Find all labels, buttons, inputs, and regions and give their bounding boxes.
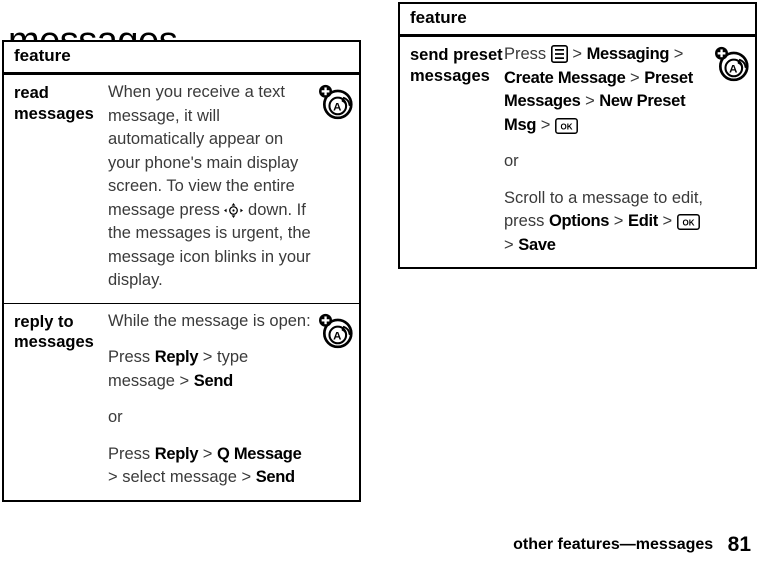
- text-message-icon: A: [714, 45, 752, 88]
- table-body: read messages When you receive a text mes…: [4, 75, 359, 500]
- menu-item-label: Save: [518, 235, 556, 254]
- description-paragraph: Press Reply > Q Message > select message…: [108, 444, 302, 487]
- path-separator: >: [198, 444, 218, 463]
- feature-description-cell: When you receive a text message, it will…: [108, 81, 315, 293]
- menu-item-label: Send: [193, 371, 233, 390]
- feature-table-right: feature send preset messages Press > Mess…: [398, 2, 757, 269]
- description-paragraph: While the message is open:: [108, 311, 311, 330]
- menu-item-label: Edit: [627, 212, 658, 230]
- table-body: send preset messages Press > Messaging > …: [400, 37, 755, 267]
- ok-key-icon: OK: [554, 117, 578, 134]
- feature-icon-cell: A: [315, 310, 359, 355]
- path-separator: >: [609, 212, 628, 230]
- feature-icon-cell: A: [711, 43, 755, 88]
- description-paragraph: Press > Messaging > Create Message > Pre…: [504, 45, 693, 134]
- svg-text:A: A: [333, 330, 341, 342]
- path-separator: >: [236, 468, 256, 486]
- path-separator: >: [536, 115, 555, 134]
- path-separator: >: [108, 468, 123, 486]
- footer-section-label: other features—messages: [513, 536, 714, 553]
- menu-item-label: Reply: [154, 348, 199, 366]
- description-paragraph: or: [504, 152, 519, 170]
- table-header-feature: feature: [400, 4, 755, 37]
- svg-text:OK: OK: [560, 122, 572, 131]
- table-header-feature: feature: [4, 42, 359, 75]
- description-paragraph: or: [108, 408, 123, 426]
- feature-name-cell: read messages: [14, 84, 94, 123]
- table-row: read messages When you receive a text mes…: [4, 75, 359, 304]
- svg-text:A: A: [729, 63, 737, 75]
- menu-item-label: Q Message: [217, 444, 302, 463]
- feature-icon-cell: A: [315, 81, 359, 126]
- description-paragraph: Scroll to a message to edit, press Optio…: [504, 188, 704, 254]
- text-message-icon: A: [318, 83, 356, 126]
- menu-key-icon: [550, 45, 568, 63]
- footer-page-number: 81: [727, 533, 751, 556]
- svg-text:OK: OK: [682, 219, 694, 228]
- feature-table-left: feature read messages When you receive a …: [2, 40, 361, 502]
- description-paragraph: Press Reply > type message > Send: [108, 348, 249, 390]
- path-separator: >: [504, 235, 519, 254]
- table-row: reply to messages While the message is op…: [4, 304, 359, 500]
- path-separator: >: [657, 212, 677, 230]
- nav-key-icon: [224, 202, 244, 218]
- path-separator: >: [625, 68, 645, 87]
- menu-item-label: Create Message: [504, 68, 626, 87]
- path-separator: >: [580, 92, 600, 110]
- menu-item-label: Reply: [154, 444, 199, 463]
- feature-description-cell: Press > Messaging > Create Message > Pre…: [504, 43, 711, 257]
- path-separator: >: [567, 45, 587, 63]
- table-row: send preset messages Press > Messaging > …: [400, 37, 755, 267]
- path-separator: >: [198, 348, 218, 366]
- text-message-icon: A: [318, 312, 356, 355]
- menu-item-label: Messaging: [586, 45, 670, 63]
- feature-name-cell: send preset messages: [410, 46, 503, 85]
- ok-key-icon: OK: [676, 214, 700, 230]
- feature-description-cell: While the message is open: Press Reply > …: [108, 310, 315, 490]
- path-separator: >: [174, 371, 194, 390]
- path-separator: >: [669, 45, 684, 63]
- menu-item-label: Options: [548, 212, 610, 230]
- feature-name-cell: reply to messages: [14, 312, 94, 352]
- svg-text:A: A: [333, 101, 341, 113]
- menu-item-label: Send: [255, 468, 295, 486]
- description-paragraph: When you receive a text message, it will…: [108, 83, 311, 289]
- page-footer: other features—messages 81: [0, 533, 751, 557]
